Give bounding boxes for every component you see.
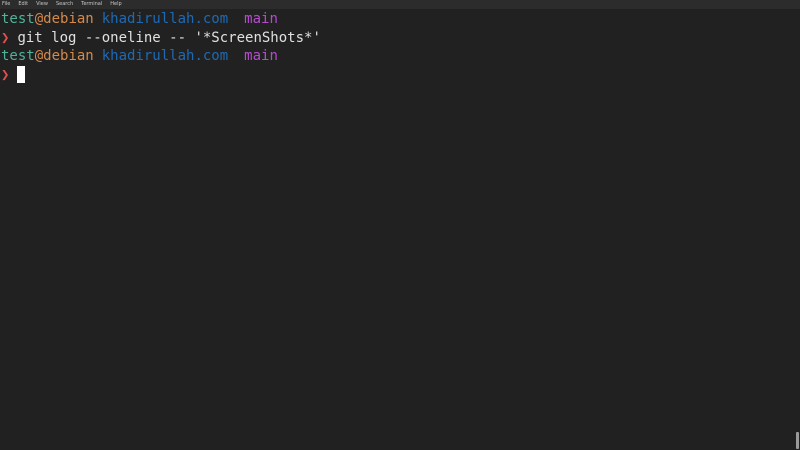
prompt-symbol: ❯ bbox=[1, 29, 10, 46]
prompt-user: test bbox=[1, 11, 35, 27]
prompt-directory: khadirullah.com bbox=[101, 11, 229, 27]
terminal-output[interactable]: test@debian khadirullah.com main ❯ git log … bbox=[1, 10, 791, 450]
prompt-info-line: test@debian khadirullah.com main bbox=[1, 10, 791, 29]
prompt-host: debian bbox=[43, 48, 94, 64]
text-cursor bbox=[17, 66, 26, 83]
terminal-window: File Edit View Search Terminal Help test… bbox=[0, 0, 800, 450]
prompt-git-branch: main bbox=[244, 48, 278, 64]
prompt-git-branch: main bbox=[244, 11, 278, 27]
prompt-directory: khadirullah.com bbox=[101, 48, 229, 64]
prompt-host: debian bbox=[43, 11, 94, 27]
input-line[interactable]: ❯ bbox=[1, 66, 791, 85]
command-text: git log --oneline -- '*ScreenShots*' bbox=[17, 29, 321, 46]
menu-search[interactable]: Search bbox=[56, 0, 73, 9]
prompt-at: @ bbox=[34, 11, 44, 27]
menu-file[interactable]: File bbox=[2, 0, 10, 9]
command-line: ❯ git log --oneline -- '*ScreenShots*' bbox=[1, 29, 791, 48]
prompt-info-line: test@debian khadirullah.com main bbox=[1, 47, 791, 66]
menu-terminal[interactable]: Terminal bbox=[81, 0, 102, 9]
prompt-symbol: ❯ bbox=[1, 66, 10, 83]
menu-edit[interactable]: Edit bbox=[18, 0, 28, 9]
prompt-user: test bbox=[1, 48, 35, 64]
menu-help[interactable]: Help bbox=[110, 0, 121, 9]
scrollbar-thumb[interactable] bbox=[796, 432, 799, 449]
prompt-at: @ bbox=[34, 48, 44, 64]
menu-view[interactable]: View bbox=[36, 0, 48, 9]
menu-bar: File Edit View Search Terminal Help bbox=[0, 0, 800, 9]
